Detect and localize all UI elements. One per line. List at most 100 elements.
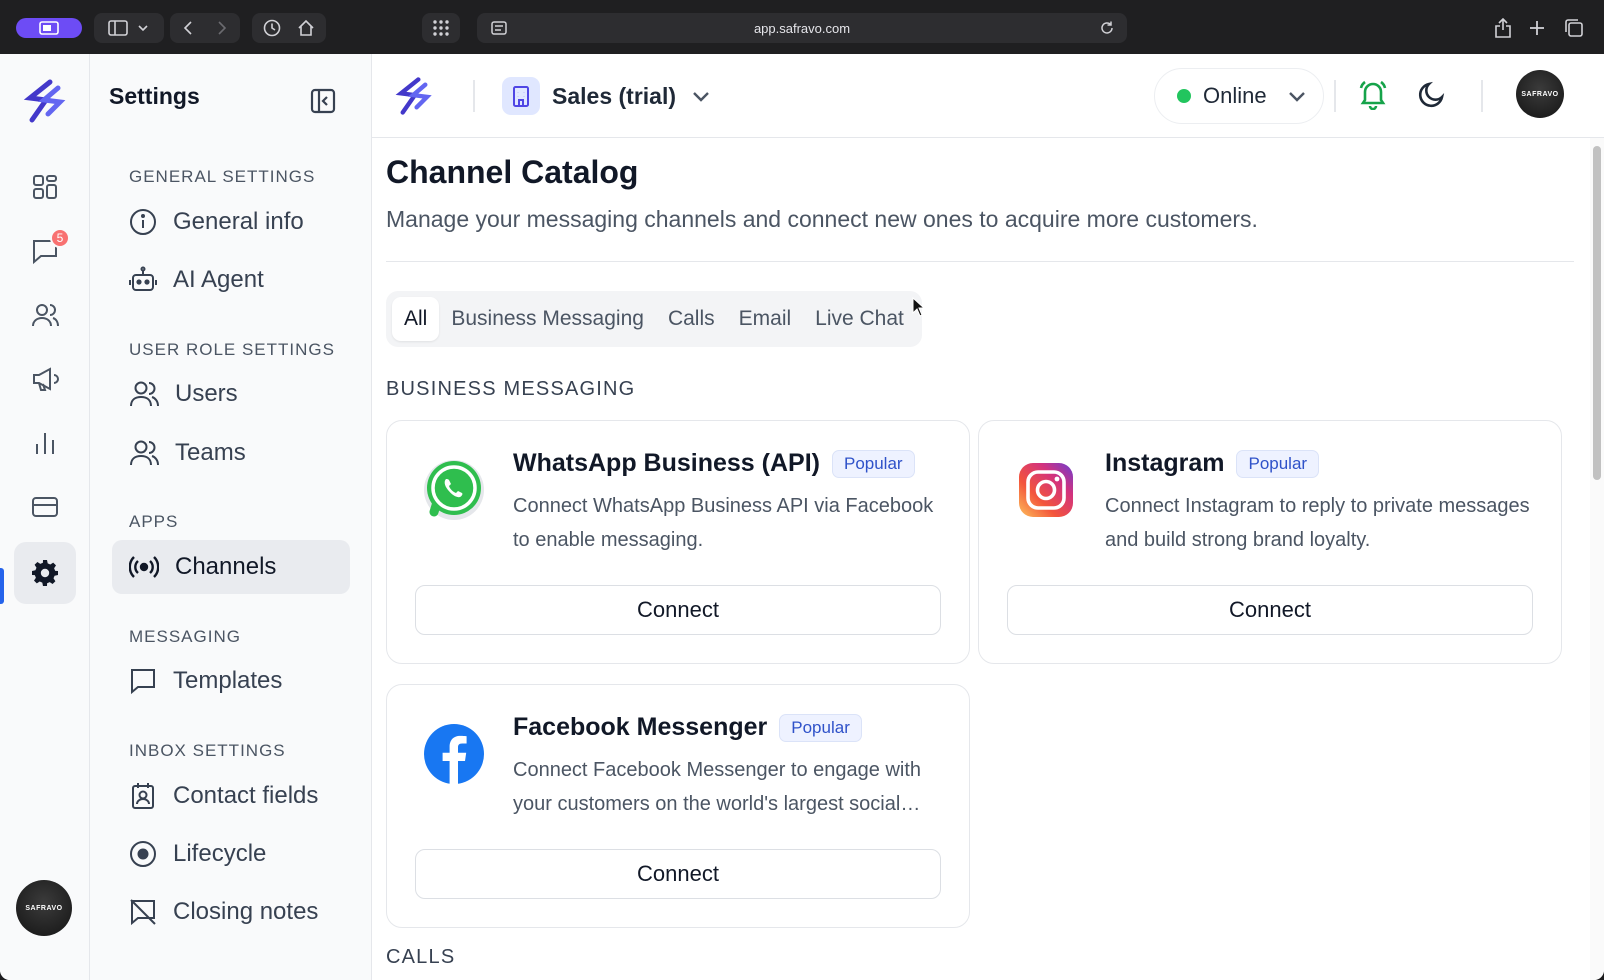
address-bar[interactable]: app.safravo.com — [477, 13, 1127, 43]
card-description: Connect Facebook Messenger to engage wit… — [513, 759, 922, 815]
safravo-logo-icon — [395, 77, 432, 115]
sidebar-icon — [108, 20, 148, 36]
page-title: Channel Catalog — [386, 154, 639, 190]
sidebar-item-users[interactable]: Users — [112, 367, 350, 421]
section-messaging: MESSAGING — [129, 627, 241, 646]
sidebar-item-lifecycle[interactable]: Lifecycle — [112, 827, 350, 881]
sidebar-item-closing-notes[interactable]: Closing notes — [112, 885, 350, 939]
status-selector[interactable]: Online — [1154, 68, 1324, 124]
building-icon — [502, 77, 540, 115]
gear-icon — [32, 560, 58, 586]
sidebar-item-label: Users — [175, 380, 238, 407]
sidebar-item-teams[interactable]: Teams — [112, 426, 350, 480]
avatar-text: SAFRAVO — [1521, 90, 1559, 98]
reload-icon[interactable] — [1099, 20, 1115, 36]
mouse-cursor-icon — [912, 297, 926, 317]
sidebar-item-templates[interactable]: Templates — [112, 654, 350, 708]
sidebar-toggle-button[interactable] — [94, 13, 164, 43]
header-logo[interactable] — [394, 74, 434, 123]
sidebar-item-label: Templates — [173, 667, 283, 694]
rail-settings[interactable] — [14, 542, 76, 604]
section-user-role: USER ROLE SETTINGS — [129, 340, 335, 359]
tab-grid-button[interactable] — [422, 13, 460, 43]
section-general: GENERAL SETTINGS — [129, 167, 316, 186]
connect-whatsapp-button[interactable]: Connect — [415, 585, 941, 635]
whatsapp-logo-icon — [424, 460, 484, 520]
sidebar-item-contact-fields[interactable]: Contact fields — [112, 769, 350, 823]
bell-icon[interactable] — [1357, 78, 1389, 110]
browser-profile-button[interactable] — [16, 18, 82, 38]
broadcast-icon — [129, 556, 159, 578]
settings-header: Settings — [90, 54, 372, 138]
sidebar-item-label: Contact fields — [173, 782, 319, 809]
tabs-overview-icon[interactable] — [1564, 18, 1584, 38]
rail-inbox[interactable]: 5 — [14, 220, 76, 282]
popular-badge: Popular — [1236, 449, 1320, 478]
tab-business-messaging[interactable]: Business Messaging — [439, 297, 656, 341]
header-divider-line — [386, 261, 1574, 262]
sidebar-item-label: General info — [173, 208, 304, 235]
inbox-badge: 5 — [50, 228, 70, 248]
sidebar-item-ai-agent[interactable]: AI Agent — [112, 253, 350, 307]
new-tab-icon[interactable] — [1528, 19, 1546, 37]
section-apps: APPS — [129, 512, 179, 531]
home-icon[interactable] — [297, 19, 315, 37]
teams-icon — [130, 440, 159, 466]
header-avatar[interactable]: SAFRAVO — [1516, 70, 1564, 118]
url-text: app.safravo.com — [753, 20, 851, 36]
settings-sidebar: Settings GENERAL SETTINGS General info A… — [90, 54, 372, 980]
card-description: Connect Instagram to reply to private me… — [1105, 495, 1530, 551]
clock-icon[interactable] — [263, 19, 281, 37]
back-icon[interactable] — [180, 20, 196, 36]
rail-campaigns[interactable] — [14, 348, 76, 410]
main-scrollbar[interactable] — [1590, 138, 1604, 980]
active-indicator — [0, 568, 4, 604]
tab-calls[interactable]: Calls — [656, 297, 727, 341]
contacts-icon — [32, 304, 59, 327]
sidebar-item-label: Teams — [175, 439, 246, 466]
group-calls: CALLS — [386, 946, 456, 968]
rail-billing[interactable] — [14, 476, 76, 538]
header-divider — [1481, 80, 1483, 112]
lifecycle-icon — [130, 841, 156, 867]
card-icon — [32, 497, 58, 517]
card-title-row: Facebook Messenger Popular — [513, 713, 862, 742]
history-home-group — [252, 13, 326, 43]
instagram-logo-icon — [1019, 463, 1073, 517]
channel-tabs: All Business Messaging Calls Email Live … — [386, 291, 922, 347]
app-window: 5 SAFRAVO Settings GENERAL SETTINGS Gene… — [0, 54, 1604, 980]
collapse-sidebar-icon[interactable] — [310, 88, 336, 114]
sidebar-item-general-info[interactable]: General info — [112, 195, 350, 249]
safravo-logo-icon — [23, 79, 66, 123]
card-title-row: WhatsApp Business (API) Popular — [513, 449, 915, 478]
connect-facebook-messenger-button[interactable]: Connect — [415, 849, 941, 899]
card-title-row: Instagram Popular — [1105, 449, 1320, 478]
settings-title: Settings — [109, 82, 200, 109]
status-text: Online — [1203, 83, 1267, 108]
forward-icon[interactable] — [214, 20, 230, 36]
scrollbar-thumb[interactable] — [1593, 146, 1601, 480]
workspace-switcher[interactable]: Sales (trial) — [502, 74, 712, 118]
connect-instagram-button[interactable]: Connect — [1007, 585, 1533, 635]
profile-icon — [39, 21, 59, 35]
share-icon[interactable] — [1494, 18, 1512, 38]
rail-reports[interactable] — [14, 412, 76, 474]
moon-icon[interactable] — [1417, 79, 1447, 109]
sidebar-item-label: Channels — [175, 553, 277, 580]
tab-email[interactable]: Email — [727, 297, 804, 341]
message-square-icon — [131, 669, 155, 695]
tab-live-chat[interactable]: Live Chat — [803, 297, 916, 341]
avatar-text: SAFRAVO — [25, 904, 63, 912]
reader-icon[interactable] — [491, 21, 507, 35]
app-logo[interactable] — [22, 78, 68, 129]
channel-card-whatsapp: WhatsApp Business (API) Popular Connect … — [386, 420, 970, 664]
rail-dashboard[interactable] — [14, 156, 76, 218]
megaphone-icon — [33, 367, 59, 391]
tab-all[interactable]: All — [392, 297, 440, 341]
group-business-messaging: BUSINESS MESSAGING — [386, 378, 636, 400]
sidebar-item-channels[interactable]: Channels — [112, 540, 350, 594]
rail-contacts[interactable] — [14, 284, 76, 346]
sidebar-item-label: Closing notes — [173, 898, 319, 925]
browser-toolbar: app.safravo.com — [0, 0, 1604, 54]
user-avatar[interactable]: SAFRAVO — [16, 880, 72, 936]
